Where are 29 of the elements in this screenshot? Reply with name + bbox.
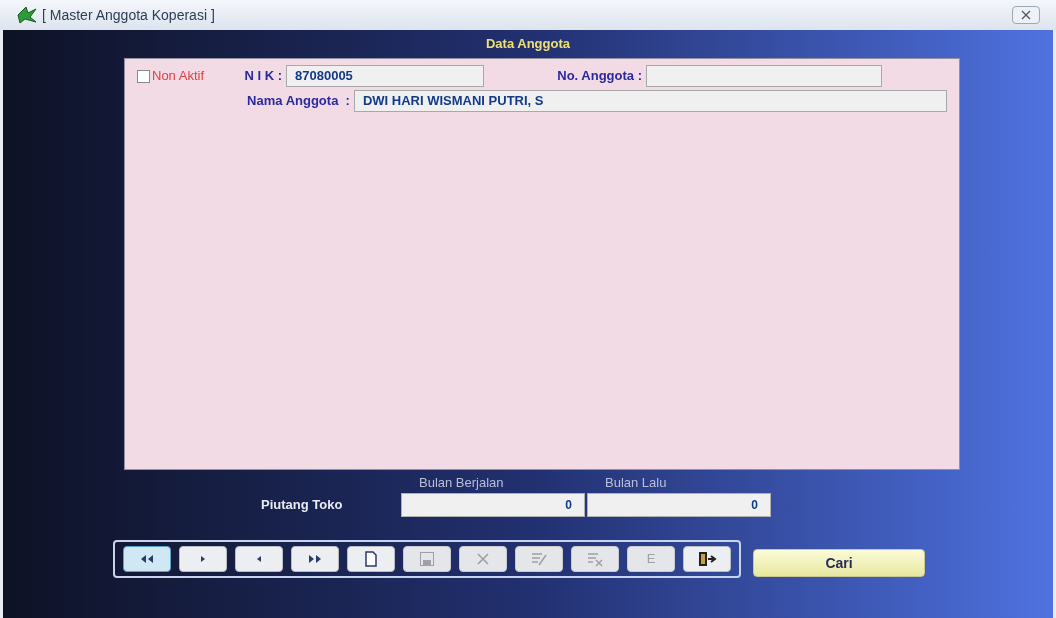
no-anggota-field[interactable]: [646, 65, 882, 87]
non-aktif-label: Non Aktif: [152, 67, 206, 86]
toolbar-button[interactable]: [683, 546, 731, 572]
cari-button[interactable]: Cari: [753, 549, 925, 577]
rewind-icon: [139, 553, 155, 565]
piutang-field[interactable]: 0: [401, 493, 585, 517]
close-icon: [1021, 10, 1031, 20]
section-title: Data Anggota: [486, 35, 570, 54]
toolbar-button[interactable]: [123, 546, 171, 572]
document-icon: [364, 551, 378, 567]
nik-label: N I K :: [243, 67, 283, 86]
column-header: Bulan Lalu: [604, 474, 668, 493]
window-title: [ Master Anggota Koperasi ]: [42, 5, 215, 25]
fast-forward-icon: [307, 553, 323, 565]
piutang-toko-label: Piutang Toko: [261, 496, 344, 515]
no-anggota-label: No. Anggota :: [556, 67, 643, 86]
column-header: Bulan Berjalan: [418, 474, 505, 493]
toolbar-button[interactable]: [291, 546, 339, 572]
piutang-field[interactable]: 0: [587, 493, 771, 517]
pencil-note-icon: [530, 551, 548, 567]
note-cross-icon: [586, 551, 604, 567]
nama-anggota-label: Nama Anggota :: [246, 92, 351, 111]
app-logo-icon: [16, 6, 38, 24]
nama-anggota-field[interactable]: DWI HARI WISMANI PUTRI, S: [353, 90, 947, 112]
nik-field[interactable]: 87080005: [286, 65, 484, 87]
exit-door-icon: [697, 551, 717, 567]
cross-icon: [476, 552, 490, 566]
close-button[interactable]: [1012, 6, 1040, 24]
non-aktif-checkbox[interactable]: [137, 69, 150, 83]
